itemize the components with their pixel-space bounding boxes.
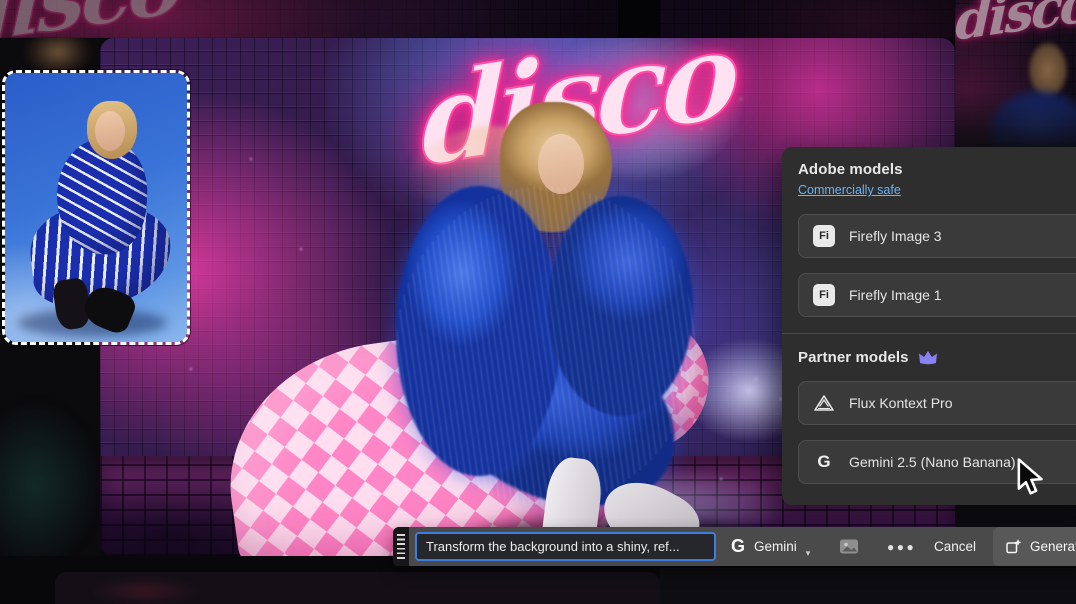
- model-option-flux-kontext-pro[interactable]: Flux Kontext Pro: [798, 381, 1076, 425]
- gemini-icon: G: [813, 451, 835, 473]
- commercially-safe-link[interactable]: Commercially safe: [798, 183, 901, 197]
- blue-fur-coat: [396, 186, 561, 476]
- flux-icon: [813, 393, 835, 413]
- canvas-gap: [618, 0, 660, 38]
- prompt-input[interactable]: Transform the background into a shiny, r…: [415, 532, 716, 561]
- generate-button[interactable]: Generate: [993, 527, 1076, 566]
- more-options-icon[interactable]: ●●●: [887, 527, 916, 566]
- model-picker-panel: Adobe models Commercially safe Fi Firefl…: [782, 147, 1076, 505]
- crown-icon: [918, 350, 938, 366]
- section-divider: [782, 333, 1076, 334]
- dim-glow: [0, 400, 100, 570]
- partner-models-title: Partner models: [798, 349, 909, 366]
- dim-neon-disco-sign: disco: [0, 0, 182, 38]
- reference-image-selection[interactable]: [2, 70, 190, 345]
- chevron-down-icon: ▾: [806, 548, 811, 559]
- adobe-models-title: Adobe models: [798, 161, 1076, 178]
- model-option-firefly-image-3[interactable]: Fi Firefly Image 3: [798, 214, 1076, 258]
- app-canvas: disco disco disco: [0, 0, 1076, 604]
- reference-model-face: [95, 111, 125, 151]
- mouse-cursor: [1016, 458, 1050, 498]
- sparkle-highlights: [100, 38, 102, 40]
- canvas-dim-top-mid: [660, 0, 955, 38]
- canvas-dim-top-left: disco: [0, 0, 618, 38]
- firefly-icon: Fi: [813, 225, 835, 247]
- cancel-button[interactable]: Cancel: [934, 527, 976, 566]
- firefly-icon: Fi: [813, 284, 835, 306]
- model-option-firefly-image-1[interactable]: Fi Firefly Image 1: [798, 273, 1076, 317]
- model-selector-dropdown[interactable]: G Gemini ▾: [731, 527, 810, 566]
- generate-icon: [1005, 538, 1022, 555]
- prompt-bar: Transform the background into a shiny, r…: [393, 527, 1076, 566]
- drag-handle[interactable]: [393, 527, 409, 566]
- blue-fur-coat: [548, 196, 693, 416]
- reference-image-icon[interactable]: [839, 527, 859, 566]
- model-face: [538, 134, 584, 194]
- gemini-g-icon: G: [731, 536, 745, 557]
